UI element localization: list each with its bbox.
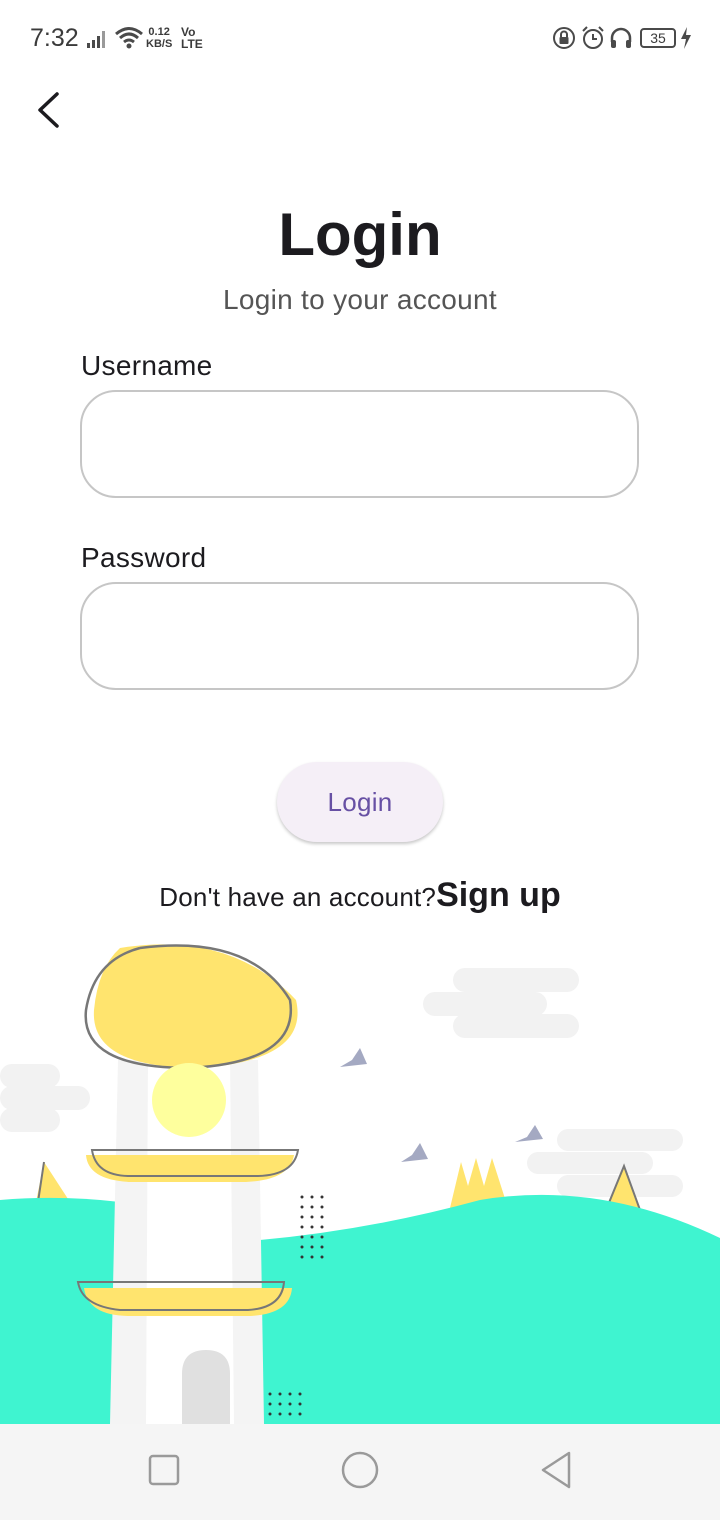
battery-level: 35 xyxy=(640,28,676,48)
volte-indicator: Vo LTE xyxy=(181,26,203,50)
back-nav-button[interactable] xyxy=(532,1448,580,1496)
signup-link[interactable]: Sign up xyxy=(436,876,561,914)
status-bar: 7:32 0.12 KB/S Vo LTE 35 xyxy=(0,0,720,76)
charging-icon xyxy=(680,27,692,54)
login-screen: 7:32 0.12 KB/S Vo LTE 35 Login Login to … xyxy=(0,0,720,1520)
username-label: Username xyxy=(81,350,213,381)
cloud-right-top xyxy=(423,968,579,1038)
back-arrow-icon xyxy=(35,91,61,133)
volte-bottom: LTE xyxy=(181,37,203,51)
status-time: 7:32 xyxy=(30,24,79,52)
bird-icons xyxy=(340,1048,543,1162)
alarm-icon xyxy=(581,26,605,55)
network-speed: 0.12 KB/S xyxy=(146,26,172,50)
page-title: Login xyxy=(278,201,442,268)
lock-rotation-icon xyxy=(552,26,576,55)
signup-row: Don't have an account?Sign up xyxy=(0,876,720,915)
cloud-left xyxy=(0,1064,90,1132)
headphones-icon xyxy=(609,26,633,55)
lighthouse-illustration xyxy=(0,940,720,1424)
password-label: Password xyxy=(81,542,207,573)
signup-prompt: Don't have an account? xyxy=(159,882,437,912)
speed-unit: KB/S xyxy=(146,38,173,50)
page-subtitle: Login to your account xyxy=(222,284,498,315)
home-button[interactable] xyxy=(336,1448,384,1496)
recent-apps-icon xyxy=(148,1454,180,1491)
system-nav-bar xyxy=(0,1424,720,1520)
username-field[interactable] xyxy=(80,390,639,498)
home-icon xyxy=(341,1451,379,1494)
back-nav-icon xyxy=(539,1451,573,1494)
login-button[interactable]: Login xyxy=(277,762,443,842)
wifi-icon xyxy=(114,26,144,55)
signal-icon xyxy=(86,30,108,53)
password-field[interactable] xyxy=(80,582,639,690)
speed-value: 0.12 xyxy=(148,26,170,38)
back-button[interactable] xyxy=(26,88,70,136)
recent-apps-button[interactable] xyxy=(140,1448,188,1496)
cloud-right-bottom xyxy=(527,1129,683,1197)
